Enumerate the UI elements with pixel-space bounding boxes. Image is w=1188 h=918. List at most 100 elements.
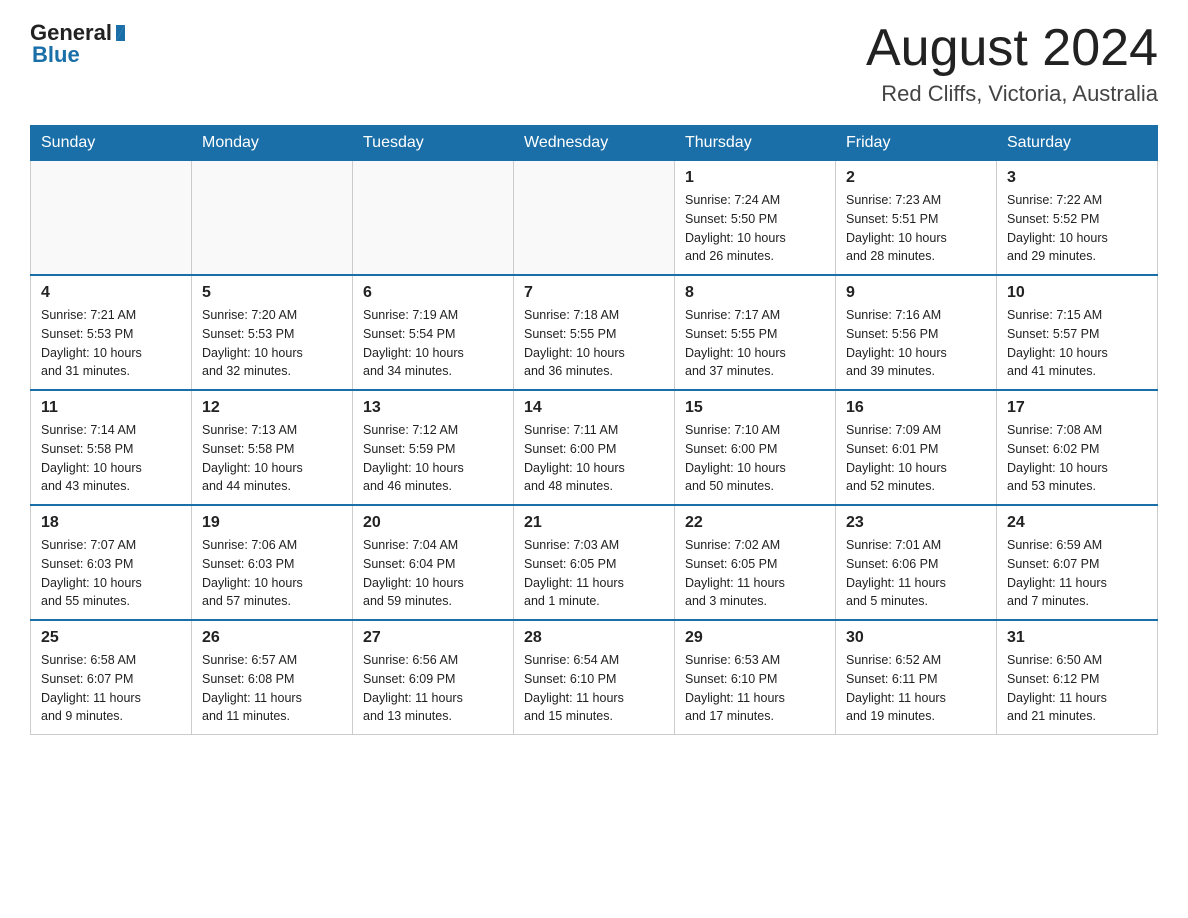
day-number: 5 [202, 284, 342, 302]
day-info: Sunrise: 7:22 AMSunset: 5:52 PMDaylight:… [1007, 191, 1147, 266]
calendar-cell: 29 Sunrise: 6:53 AMSunset: 6:10 PMDayligh… [675, 620, 836, 735]
day-info: Sunrise: 7:23 AMSunset: 5:51 PMDaylight:… [846, 191, 986, 266]
calendar-week-4: 18 Sunrise: 7:07 AMSunset: 6:03 PMDayligh… [31, 505, 1158, 620]
calendar-cell: 10Sunrise: 7:15 AMSunset: 5:57 PMDayligh… [997, 275, 1158, 390]
calendar-cell: 8 Sunrise: 7:17 AMSunset: 5:55 PMDaylight… [675, 275, 836, 390]
day-number: 14 [524, 399, 664, 417]
day-number: 27 [363, 629, 503, 647]
calendar-cell: 6 Sunrise: 7:19 AMSunset: 5:54 PMDaylight… [353, 275, 514, 390]
calendar-cell: 16 Sunrise: 7:09 AMSunset: 6:01 PMDayligh… [836, 390, 997, 505]
page-header: General Blue August 2024 Red Cliffs, Vic… [30, 20, 1158, 107]
calendar-cell: 19 Sunrise: 7:06 AMSunset: 6:03 PMDayligh… [192, 505, 353, 620]
day-info: Sunrise: 7:14 AMSunset: 5:58 PMDaylight:… [41, 421, 181, 496]
calendar-cell: 23Sunrise: 7:01 AMSunset: 6:06 PMDayligh… [836, 505, 997, 620]
calendar-cell: 15 Sunrise: 7:10 AMSunset: 6:00 PMDayligh… [675, 390, 836, 505]
col-header-friday: Friday [836, 126, 997, 161]
day-info: Sunrise: 6:59 AMSunset: 6:07 PMDaylight:… [1007, 536, 1147, 611]
calendar-week-5: 25 Sunrise: 6:58 AMSunset: 6:07 PMDayligh… [31, 620, 1158, 735]
calendar-cell: 31Sunrise: 6:50 AMSunset: 6:12 PMDayligh… [997, 620, 1158, 735]
day-info: Sunrise: 6:52 AMSunset: 6:11 PMDaylight:… [846, 651, 986, 726]
day-number: 11 [41, 399, 181, 417]
day-info: Sunrise: 7:09 AMSunset: 6:01 PMDaylight:… [846, 421, 986, 496]
day-number: 28 [524, 629, 664, 647]
day-number: 21 [524, 514, 664, 532]
calendar-week-3: 11 Sunrise: 7:14 AMSunset: 5:58 PMDayligh… [31, 390, 1158, 505]
calendar-cell: 13Sunrise: 7:12 AMSunset: 5:59 PMDayligh… [353, 390, 514, 505]
day-info: Sunrise: 7:08 AMSunset: 6:02 PMDaylight:… [1007, 421, 1147, 496]
day-info: Sunrise: 7:13 AMSunset: 5:58 PMDaylight:… [202, 421, 342, 496]
day-info: Sunrise: 6:57 AMSunset: 6:08 PMDaylight:… [202, 651, 342, 726]
day-info: Sunrise: 7:19 AMSunset: 5:54 PMDaylight:… [363, 306, 503, 381]
col-header-wednesday: Wednesday [514, 126, 675, 161]
calendar-week-1: 1 Sunrise: 7:24 AMSunset: 5:50 PMDaylight… [31, 161, 1158, 276]
day-info: Sunrise: 7:17 AMSunset: 5:55 PMDaylight:… [685, 306, 825, 381]
col-header-monday: Monday [192, 126, 353, 161]
day-number: 29 [685, 629, 825, 647]
calendar-cell: 26 Sunrise: 6:57 AMSunset: 6:08 PMDayligh… [192, 620, 353, 735]
location: Red Cliffs, Victoria, Australia [866, 81, 1158, 107]
day-number: 1 [685, 169, 825, 187]
day-info: Sunrise: 7:10 AMSunset: 6:00 PMDaylight:… [685, 421, 825, 496]
day-number: 30 [846, 629, 986, 647]
day-number: 26 [202, 629, 342, 647]
logo: General Blue [30, 20, 125, 68]
calendar-cell: 22 Sunrise: 7:02 AMSunset: 6:05 PMDayligh… [675, 505, 836, 620]
day-info: Sunrise: 7:07 AMSunset: 6:03 PMDaylight:… [41, 536, 181, 611]
day-number: 16 [846, 399, 986, 417]
calendar-cell: 9 Sunrise: 7:16 AMSunset: 5:56 PMDaylight… [836, 275, 997, 390]
calendar-cell: 5Sunrise: 7:20 AMSunset: 5:53 PMDaylight… [192, 275, 353, 390]
calendar-header-row: SundayMondayTuesdayWednesdayThursdayFrid… [31, 126, 1158, 161]
calendar-cell [514, 161, 675, 276]
calendar-cell: 30 Sunrise: 6:52 AMSunset: 6:11 PMDayligh… [836, 620, 997, 735]
day-number: 15 [685, 399, 825, 417]
calendar-cell: 12 Sunrise: 7:13 AMSunset: 5:58 PMDayligh… [192, 390, 353, 505]
day-info: Sunrise: 6:58 AMSunset: 6:07 PMDaylight:… [41, 651, 181, 726]
day-info: Sunrise: 7:04 AMSunset: 6:04 PMDaylight:… [363, 536, 503, 611]
day-number: 9 [846, 284, 986, 302]
calendar-cell: 3 Sunrise: 7:22 AMSunset: 5:52 PMDaylight… [997, 161, 1158, 276]
calendar-cell: 4Sunrise: 7:21 AMSunset: 5:53 PMDaylight… [31, 275, 192, 390]
calendar-cell: 17 Sunrise: 7:08 AMSunset: 6:02 PMDayligh… [997, 390, 1158, 505]
day-number: 25 [41, 629, 181, 647]
day-number: 8 [685, 284, 825, 302]
calendar-cell: 11 Sunrise: 7:14 AMSunset: 5:58 PMDayligh… [31, 390, 192, 505]
day-info: Sunrise: 7:16 AMSunset: 5:56 PMDaylight:… [846, 306, 986, 381]
day-info: Sunrise: 6:53 AMSunset: 6:10 PMDaylight:… [685, 651, 825, 726]
day-info: Sunrise: 6:54 AMSunset: 6:10 PMDaylight:… [524, 651, 664, 726]
calendar-cell: 1 Sunrise: 7:24 AMSunset: 5:50 PMDaylight… [675, 161, 836, 276]
calendar-cell: 7Sunrise: 7:18 AMSunset: 5:55 PMDaylight… [514, 275, 675, 390]
month-title: August 2024 [866, 20, 1158, 77]
day-number: 19 [202, 514, 342, 532]
day-number: 12 [202, 399, 342, 417]
col-header-sunday: Sunday [31, 126, 192, 161]
day-number: 20 [363, 514, 503, 532]
calendar-cell: 20 Sunrise: 7:04 AMSunset: 6:04 PMDayligh… [353, 505, 514, 620]
day-info: Sunrise: 7:06 AMSunset: 6:03 PMDaylight:… [202, 536, 342, 611]
calendar-cell: 14 Sunrise: 7:11 AMSunset: 6:00 PMDayligh… [514, 390, 675, 505]
day-number: 18 [41, 514, 181, 532]
day-number: 6 [363, 284, 503, 302]
day-number: 24 [1007, 514, 1147, 532]
day-info: Sunrise: 7:24 AMSunset: 5:50 PMDaylight:… [685, 191, 825, 266]
day-number: 22 [685, 514, 825, 532]
day-info: Sunrise: 7:11 AMSunset: 6:00 PMDaylight:… [524, 421, 664, 496]
calendar-cell [353, 161, 514, 276]
calendar-cell: 2Sunrise: 7:23 AMSunset: 5:51 PMDaylight… [836, 161, 997, 276]
calendar-cell: 25 Sunrise: 6:58 AMSunset: 6:07 PMDayligh… [31, 620, 192, 735]
day-number: 10 [1007, 284, 1147, 302]
day-number: 17 [1007, 399, 1147, 417]
calendar-cell: 24 Sunrise: 6:59 AMSunset: 6:07 PMDayligh… [997, 505, 1158, 620]
calendar-cell [192, 161, 353, 276]
col-header-thursday: Thursday [675, 126, 836, 161]
col-header-tuesday: Tuesday [353, 126, 514, 161]
title-block: August 2024 Red Cliffs, Victoria, Austra… [866, 20, 1158, 107]
calendar-cell: 27 Sunrise: 6:56 AMSunset: 6:09 PMDayligh… [353, 620, 514, 735]
day-number: 31 [1007, 629, 1147, 647]
day-info: Sunrise: 6:56 AMSunset: 6:09 PMDaylight:… [363, 651, 503, 726]
calendar-cell: 21Sunrise: 7:03 AMSunset: 6:05 PMDayligh… [514, 505, 675, 620]
day-info: Sunrise: 7:18 AMSunset: 5:55 PMDaylight:… [524, 306, 664, 381]
day-number: 3 [1007, 169, 1147, 187]
day-info: Sunrise: 7:12 AMSunset: 5:59 PMDaylight:… [363, 421, 503, 496]
day-number: 23 [846, 514, 986, 532]
day-info: Sunrise: 7:02 AMSunset: 6:05 PMDaylight:… [685, 536, 825, 611]
